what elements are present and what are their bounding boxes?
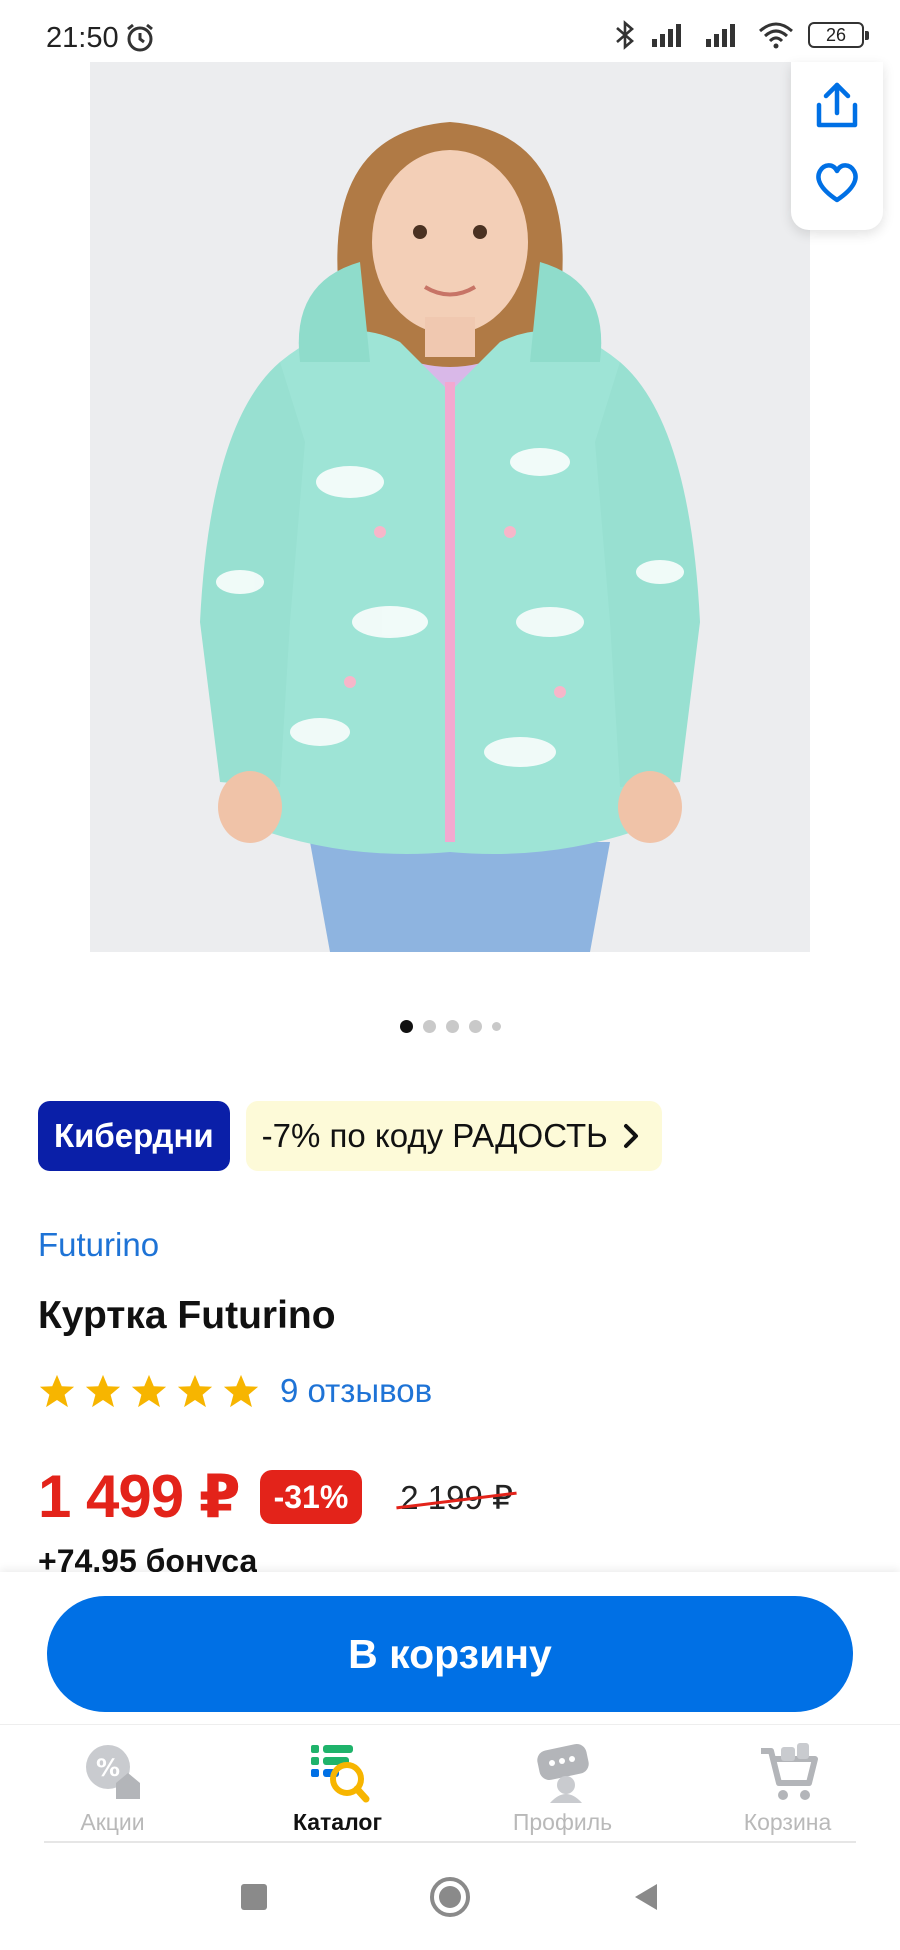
profile-icon <box>536 1743 589 1803</box>
star-icon <box>177 1374 213 1408</box>
star-icon <box>85 1374 121 1408</box>
back-button[interactable] <box>622 1873 670 1921</box>
promo-badge-label: Кибердни <box>54 1117 214 1154</box>
product-photo-illustration <box>90 62 810 952</box>
product-title: Куртка Futurino <box>38 1294 336 1337</box>
percent-house-icon: % <box>85 1745 140 1799</box>
alarm-icon <box>127 23 153 52</box>
promo-badge[interactable]: Кибердни <box>38 1101 230 1171</box>
status-time: 21:50 <box>46 22 119 54</box>
wifi-icon <box>759 22 793 49</box>
square-icon <box>241 1883 267 1910</box>
share-icon <box>816 82 858 128</box>
svg-text:%: % <box>95 1754 119 1782</box>
back-triangle-icon <box>635 1883 657 1910</box>
system-nav-bar <box>0 1843 900 1950</box>
gallery-pager <box>0 1020 900 1033</box>
star-icon <box>39 1374 75 1408</box>
reviews-link[interactable]: 9 отзывов <box>280 1372 432 1410</box>
old-price: 2 199 ₽ <box>400 1478 514 1516</box>
tab-label: Профиль <box>512 1809 613 1835</box>
bottom-tab-bar: % Акции Каталог Профиль Корзина <box>0 1724 900 1842</box>
rating-stars <box>38 1372 260 1410</box>
catalog-search-icon <box>310 1745 369 1803</box>
pager-dot[interactable] <box>468 1020 482 1033</box>
tab-label: Акции <box>80 1809 145 1835</box>
pager-dot[interactable] <box>422 1020 436 1033</box>
pager-dot[interactable] <box>491 1022 501 1031</box>
tab-cart[interactable]: Корзина <box>675 1725 900 1842</box>
star-icon <box>223 1374 259 1408</box>
price-row: 1 499 ₽ -31% 2 199 ₽ <box>38 1462 513 1532</box>
signal-icon <box>652 24 681 47</box>
product-photo[interactable] <box>90 62 810 952</box>
tab-label: Корзина <box>743 1809 832 1835</box>
cart-icon <box>760 1743 818 1800</box>
add-to-cart-button[interactable]: В корзину <box>47 1596 853 1712</box>
signal-icon-2 <box>706 24 735 47</box>
bluetooth-icon <box>616 20 634 50</box>
status-icons: 26 <box>614 20 869 50</box>
favorite-button[interactable] <box>809 154 865 210</box>
recents-button[interactable] <box>230 1873 278 1921</box>
promo-code-chip[interactable]: -7% по коду РАДОСТЬ <box>245 1101 662 1171</box>
tab-catalog[interactable]: Каталог <box>225 1725 450 1842</box>
floating-actions <box>791 62 883 230</box>
star-icon <box>131 1374 167 1408</box>
tab-label: Каталог <box>292 1809 383 1835</box>
rating-row: 9 отзывов <box>38 1372 432 1410</box>
circle-icon <box>430 1876 470 1917</box>
pager-dot[interactable] <box>445 1020 459 1033</box>
status-bar: 21:50 26 <box>0 0 900 64</box>
home-button[interactable] <box>426 1873 474 1921</box>
chevron-right-icon <box>623 1124 638 1148</box>
cart-bar: В корзину <box>0 1572 900 1724</box>
discount-badge: -31% <box>259 1470 363 1524</box>
promo-code-label: -7% по коду РАДОСТЬ <box>261 1117 608 1154</box>
pager-dot[interactable] <box>399 1020 413 1033</box>
share-button[interactable] <box>809 78 865 134</box>
battery-indicator: 26 <box>808 22 869 48</box>
current-price: 1 499 ₽ <box>38 1463 241 1530</box>
tab-promotions[interactable]: % Акции <box>0 1725 225 1842</box>
tab-profile[interactable]: Профиль <box>450 1725 675 1842</box>
brand-link[interactable]: Futurino <box>38 1226 159 1264</box>
promo-chips: Кибердни -7% по коду РАДОСТЬ <box>38 1101 662 1171</box>
heart-icon <box>816 163 858 203</box>
